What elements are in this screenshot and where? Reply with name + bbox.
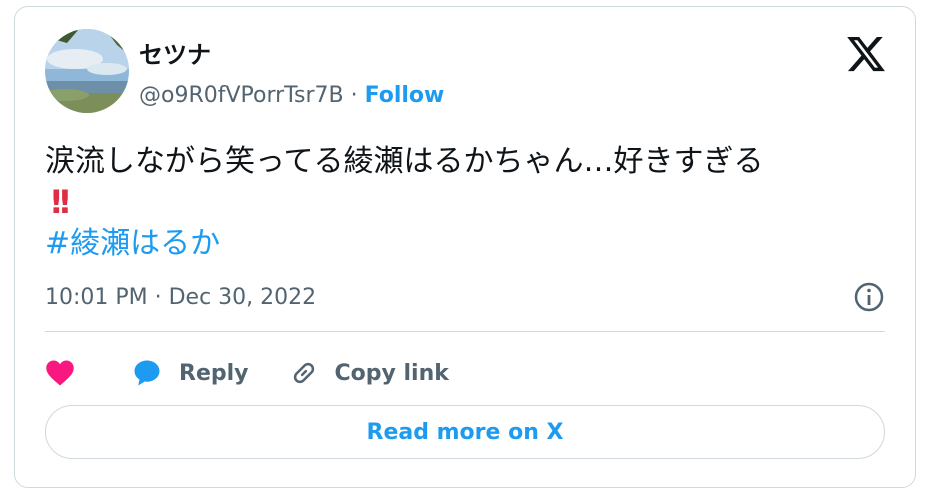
info-icon[interactable] xyxy=(853,281,885,313)
copy-link-button[interactable]: Copy link xyxy=(289,358,449,388)
handle-row: @o9R0fVPorrTsr7B · Follow xyxy=(139,83,444,108)
hashtag-link[interactable]: #綾瀬はるか xyxy=(45,223,220,265)
divider xyxy=(45,331,885,332)
separator: · xyxy=(350,83,358,108)
display-name[interactable]: セツナ xyxy=(139,35,211,70)
x-logo-icon[interactable] xyxy=(845,33,887,75)
follow-button[interactable]: Follow xyxy=(365,83,445,108)
action-bar: Reply Copy link xyxy=(45,353,489,393)
reply-button[interactable]: Reply xyxy=(131,358,249,388)
read-more-button[interactable]: Read more on X xyxy=(45,405,885,459)
avatar[interactable] xyxy=(45,29,129,113)
handle[interactable]: @o9R0fVPorrTsr7B xyxy=(139,83,344,108)
timestamp[interactable]: 10:01 PM · Dec 30, 2022 xyxy=(45,285,316,310)
double-exclamation-emoji: !! xyxy=(49,183,72,221)
tweet-text: 涙流しながら笑ってる綾瀬はるかちゃん…好きすぎる xyxy=(45,144,764,179)
tweet-card: セツナ @o9R0fVPorrTsr7B · Follow 涙流しながら笑ってる… xyxy=(14,6,916,488)
reply-label: Reply xyxy=(179,360,249,386)
speech-bubble-icon xyxy=(134,360,160,386)
heart-icon xyxy=(46,360,74,386)
link-icon xyxy=(293,362,314,384)
copy-link-label: Copy link xyxy=(334,360,449,386)
like-button[interactable] xyxy=(45,359,91,387)
